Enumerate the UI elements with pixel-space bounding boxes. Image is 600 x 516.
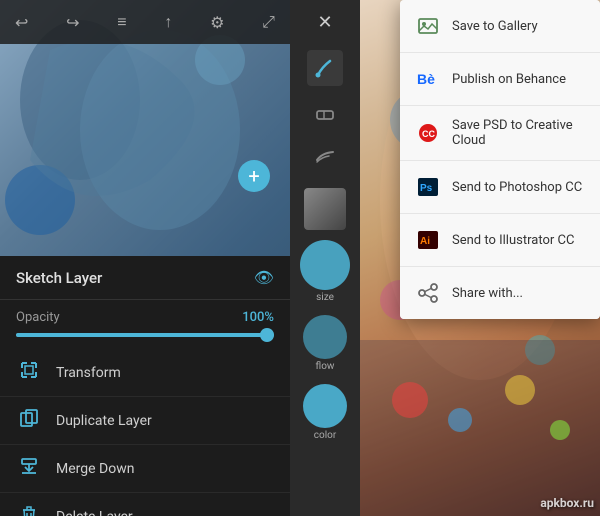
canvas-area: + ↩ ↪ ≡ ↑ ⚙ ⤢ Sketch Layer 👁 Opacity 100…: [0, 0, 290, 516]
top-toolbar: ↩ ↪ ≡ ↑ ⚙ ⤢: [0, 0, 290, 44]
brush-preview: [304, 188, 346, 230]
transform-label: Transform: [56, 365, 121, 381]
duplicate-layer-label: Duplicate Layer: [56, 413, 152, 429]
send-illustrator-item[interactable]: Ai Send to Illustrator CC: [400, 214, 600, 267]
save-psd-label: Save PSD to Creative Cloud: [452, 118, 586, 148]
delete-layer-label: Delete Layer: [56, 509, 133, 516]
size-circle[interactable]: [300, 240, 350, 290]
save-psd-item[interactable]: CC Save PSD to Creative Cloud: [400, 106, 600, 161]
merge-icon: [16, 456, 42, 481]
behance-label: Publish on Behance: [452, 72, 566, 87]
slider-fill: [16, 333, 274, 337]
add-button[interactable]: +: [238, 160, 270, 192]
svg-text:Bè: Bè: [417, 71, 435, 87]
behance-icon: Bè: [414, 65, 442, 93]
send-photoshop-item[interactable]: Ps Send to Photoshop CC: [400, 161, 600, 214]
export-icon[interactable]: ↑: [159, 8, 177, 36]
eraser-tool-button[interactable]: [307, 94, 343, 130]
send-photoshop-label: Send to Photoshop CC: [452, 180, 582, 195]
redo-icon[interactable]: ↪: [61, 9, 84, 36]
color-label: color: [314, 430, 336, 441]
delete-layer-action[interactable]: Delete Layer: [0, 493, 290, 516]
opacity-row: Opacity 100%: [0, 300, 290, 329]
slider-track: [16, 333, 274, 337]
color-circle[interactable]: [303, 384, 347, 428]
share-icon: [414, 279, 442, 307]
layer-header: Sketch Layer 👁: [0, 256, 290, 300]
brush-panel: ✕ size flow color: [290, 0, 360, 516]
duplicate-icon: [16, 408, 42, 433]
opacity-slider[interactable]: [0, 329, 290, 349]
settings-icon[interactable]: ⚙: [205, 9, 229, 36]
transform-icon: [16, 360, 42, 385]
share-item[interactable]: Share with...: [400, 267, 600, 319]
dropdown-menu: Save to Gallery Bè Publish on Behance CC…: [400, 0, 600, 319]
ps-icon: Ps: [414, 173, 442, 201]
undo-icon[interactable]: ↩: [10, 9, 33, 36]
svg-text:Ai: Ai: [420, 236, 430, 247]
layers-icon[interactable]: ≡: [112, 8, 131, 36]
bottom-panel: Sketch Layer 👁 Opacity 100% Transform: [0, 256, 290, 516]
opacity-value: 100%: [242, 310, 274, 325]
flow-circle[interactable]: [303, 315, 347, 359]
merge-down-action[interactable]: Merge Down: [0, 445, 290, 493]
cc-icon: CC: [414, 119, 442, 147]
send-illustrator-label: Send to Illustrator CC: [452, 233, 574, 248]
svg-text:CC: CC: [422, 129, 435, 139]
layer-name: Sketch Layer: [16, 269, 102, 287]
delete-icon: [16, 504, 42, 516]
right-panel: SKETCHBOOK Save to Gallery Bè Publish on…: [360, 0, 600, 516]
smudge-tool-button[interactable]: [307, 138, 343, 174]
watermark: apkbox.ru: [540, 496, 594, 510]
svg-text:Ps: Ps: [420, 183, 433, 194]
share-label: Share with...: [452, 286, 523, 301]
duplicate-layer-action[interactable]: Duplicate Layer: [0, 397, 290, 445]
behance-item[interactable]: Bè Publish on Behance: [400, 53, 600, 106]
size-label: size: [316, 292, 334, 303]
transform-action[interactable]: Transform: [0, 349, 290, 397]
slider-thumb: [260, 328, 274, 342]
save-gallery-label: Save to Gallery: [452, 19, 538, 34]
save-gallery-icon: [414, 12, 442, 40]
save-gallery-item[interactable]: Save to Gallery: [400, 0, 600, 53]
close-button[interactable]: ✕: [311, 8, 339, 36]
flow-label: flow: [316, 361, 335, 372]
ai-icon: Ai: [414, 226, 442, 254]
eye-icon[interactable]: 👁: [254, 268, 274, 287]
opacity-label: Opacity: [16, 310, 60, 325]
fullscreen-icon[interactable]: ⤢: [257, 8, 280, 36]
merge-down-label: Merge Down: [56, 461, 134, 477]
brush-tool-button[interactable]: [307, 50, 343, 86]
